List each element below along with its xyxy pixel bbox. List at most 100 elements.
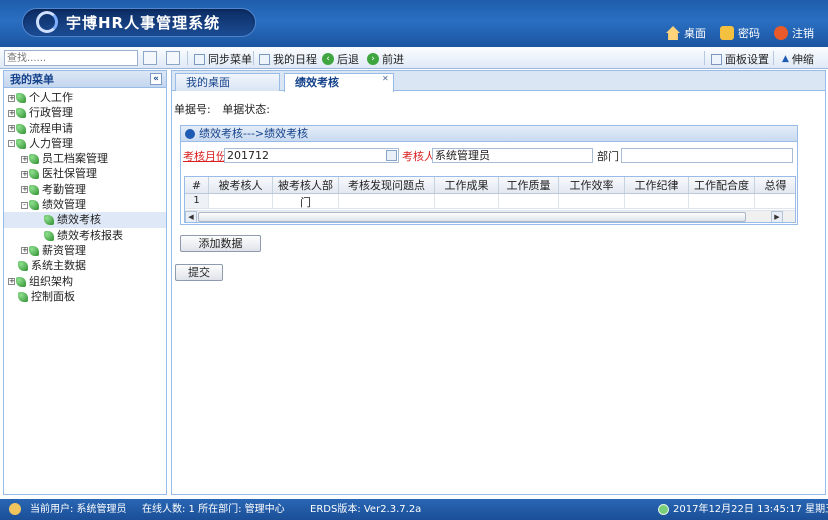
sidebar-item[interactable]: 绩效考核 [4,212,166,228]
sidebar-item[interactable]: - 绩效管理 [4,197,166,212]
column-header[interactable]: 工作纪律 [625,177,689,193]
toolbar-divider [773,51,774,65]
panel-settings-label: 面板设置 [725,53,769,66]
toggle-panel-icon[interactable] [166,51,180,65]
sidebar-item-label: 组织架构 [29,274,73,288]
menu-node-icon [29,154,39,165]
my-schedule-button[interactable]: 我的日程 [259,51,317,67]
menu-tree: + 个人工作 + 行政管理 + 流程申请 - 人力管理 + 员工档案管理 + 医社保管理 + 考勤管理 - 绩… [4,88,166,304]
column-header[interactable]: # [185,177,209,193]
datetime: 2017年12月22日 13:45:17 星期五 [673,504,828,515]
column-header[interactable]: 被考核人部门 [273,177,339,209]
doc-status-label: 单据状态: [222,103,270,116]
column-header[interactable]: 总得 [755,177,795,193]
expand-icon[interactable]: + [8,125,15,133]
desktop-link-label: 桌面 [684,27,706,40]
column-header[interactable]: 被考核人 [209,177,273,193]
panel-settings-icon [711,53,722,65]
sidebar-item[interactable]: 绩效考核报表 [4,228,166,243]
table-cell[interactable] [625,194,689,208]
dept-label: 部门 [597,150,619,163]
calendar-picker-icon[interactable] [386,150,397,161]
forward-button[interactable]: › 前进 [367,51,404,67]
sidebar-item[interactable]: - 人力管理 [4,136,166,151]
close-icon[interactable]: ✕ [382,75,390,83]
table-cell[interactable] [559,194,625,208]
scrollbar-thumb[interactable] [198,212,746,222]
logout-link[interactable]: 注销 [774,25,814,41]
tab-performance-review[interactable]: 绩效考核 ✕ [284,73,394,92]
sidebar-header: 我的菜单 « [4,71,166,88]
sidebar: 我的菜单 « + 个人工作 + 行政管理 + 流程申请 - 人力管理 + 员工档案管理 + 医社保管理… [3,70,167,495]
expand-icon[interactable]: + [8,94,15,102]
sidebar-item[interactable]: 控制面板 [4,289,166,304]
table-cell[interactable] [339,194,435,208]
tab-my-desktop[interactable]: 我的桌面 [175,73,280,91]
dept-field[interactable] [621,148,793,163]
expand-icon[interactable]: + [8,109,15,117]
sidebar-item[interactable]: + 组织架构 [4,274,166,289]
sidebar-item-label: 行政管理 [29,106,73,120]
menu-node-icon [29,245,39,256]
sidebar-item[interactable]: + 薪资管理 [4,243,166,258]
expand-icon[interactable]: + [21,247,28,255]
collapse-sidebar-button[interactable]: « [150,73,162,85]
column-header[interactable]: 工作效率 [559,177,625,193]
column-header[interactable]: 考核发现问题点 [339,177,435,193]
password-link[interactable]: 密码 [720,25,760,41]
header-links: 桌面 密码 注销 [666,25,814,41]
form-panel-title: 绩效考核--->绩效考核 [199,127,309,140]
expand-icon[interactable]: + [21,155,28,163]
sync-menu-button[interactable]: 同步菜单 [194,51,252,67]
menu-node-icon [16,93,26,103]
expand-icon[interactable]: + [21,170,28,178]
scroll-right-icon[interactable]: ▶ [771,211,783,222]
online-info: 在线人数: 1 所在部门: 管理中心 [142,504,285,515]
panel-settings-button[interactable]: 面板设置 [711,51,769,67]
toolbar: 同步菜单 我的日程 ‹ 后退 › 前进 面板设置 ▲ 伸缩 [0,47,828,69]
sidebar-item-label: 系统主数据 [31,259,86,273]
stretch-button[interactable]: ▲ 伸缩 [782,51,814,67]
sidebar-item[interactable]: + 行政管理 [4,105,166,120]
desktop-link[interactable]: 桌面 [666,25,706,41]
sidebar-item-label: 控制面板 [31,289,75,303]
sidebar-item-label: 人力管理 [29,136,73,150]
collapse-icon[interactable]: - [8,140,15,148]
back-button[interactable]: ‹ 后退 [322,51,359,67]
add-data-button[interactable]: 添加数据 [180,235,261,252]
sidebar-item[interactable]: + 流程申请 [4,121,166,136]
table-cell[interactable] [755,194,795,208]
month-label[interactable]: 考核月份 [183,148,227,164]
month-field[interactable]: 201712 [224,148,399,163]
horizontal-scrollbar[interactable]: ◀ ▶ [185,210,795,222]
table-cell: 1 [185,194,209,208]
expand-icon[interactable]: + [21,186,28,194]
column-header[interactable]: 工作质量 [499,177,559,193]
submit-button[interactable]: 提交 [175,264,223,281]
menu-node-icon [16,138,26,149]
table-cell[interactable] [273,194,339,208]
up-arrow-icon: ▲ [782,54,789,64]
search-icon[interactable] [143,51,157,65]
table-cell[interactable] [209,194,273,208]
column-header[interactable]: 工作成果 [435,177,499,193]
current-user: 当前用户: 系统管理员 [30,504,127,515]
table-cell[interactable] [689,194,755,208]
search-input[interactable] [4,50,138,66]
sidebar-item[interactable]: 系统主数据 [4,258,166,273]
sidebar-item[interactable]: + 员工档案管理 [4,151,166,166]
sidebar-item[interactable]: + 考勤管理 [4,182,166,197]
sidebar-item[interactable]: + 个人工作 [4,90,166,105]
assessor-field[interactable]: 系统管理员 [432,148,593,163]
table-cell[interactable] [499,194,559,208]
table-row[interactable]: 1 [185,194,795,209]
column-header[interactable]: 工作配合度 [689,177,755,193]
table-cell[interactable] [435,194,499,208]
collapse-icon[interactable]: - [21,201,28,209]
menu-node-icon [29,169,39,180]
sidebar-item[interactable]: + 医社保管理 [4,166,166,181]
expand-icon[interactable]: + [8,278,15,286]
menu-node-icon [44,230,54,241]
sync-menu-label: 同步菜单 [208,53,252,66]
scroll-left-icon[interactable]: ◀ [185,211,197,222]
